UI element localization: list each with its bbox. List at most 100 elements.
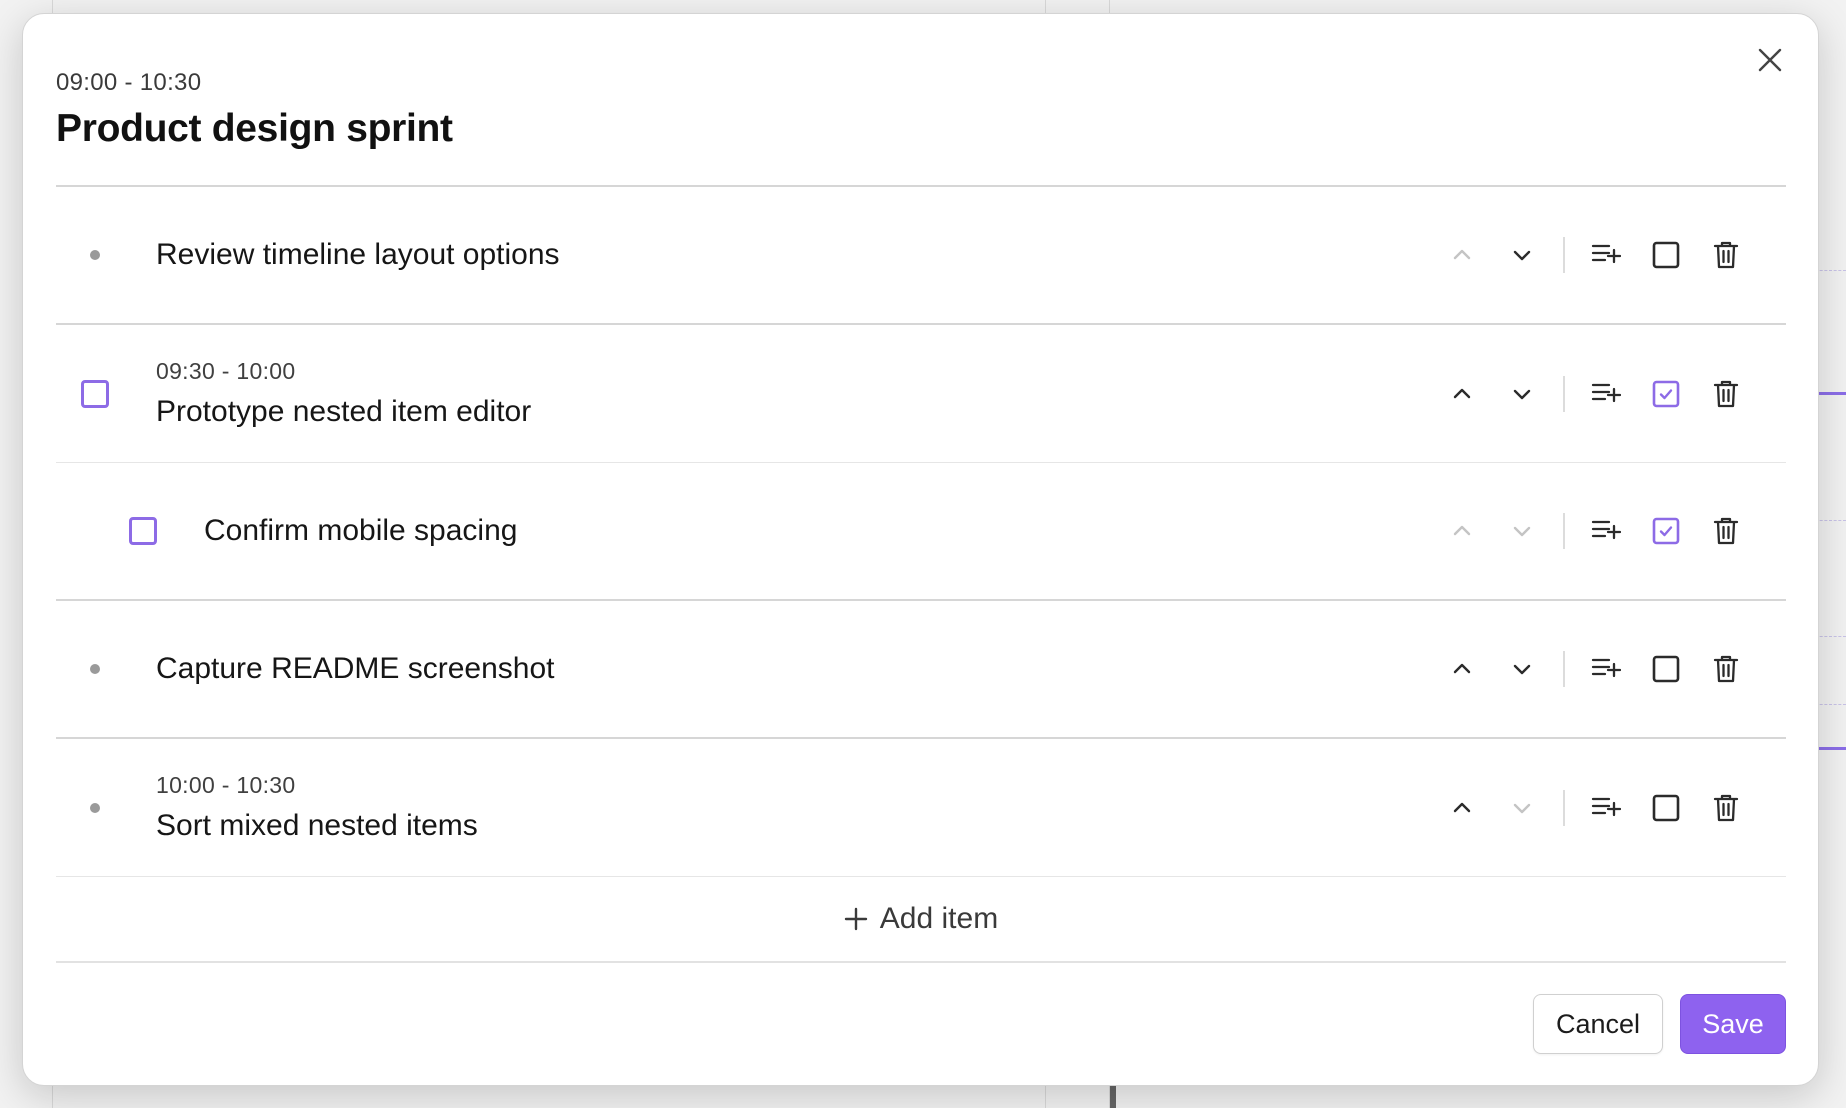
grid-line: [1815, 704, 1846, 705]
trash-icon: [1713, 517, 1739, 545]
item-content: 10:00 - 10:30 Sort mixed nested items: [156, 772, 478, 843]
item-content: Capture README screenshot: [156, 652, 555, 686]
add-subitem-button[interactable]: [1576, 369, 1636, 419]
save-button[interactable]: Save: [1680, 994, 1786, 1054]
chevron-up-icon: [1453, 249, 1471, 260]
item-marker: [80, 240, 110, 270]
event-edge: [1815, 392, 1846, 395]
add-item-label: Add item: [879, 902, 999, 935]
checkbox-empty-icon: [1652, 655, 1680, 683]
toggle-checkbox-button[interactable]: [1636, 783, 1696, 833]
event-editor-modal: 09:00 - 10:30 Product design sprint Revi…: [22, 13, 1819, 1086]
chevron-down-icon: [1513, 526, 1531, 537]
trash-icon: [1713, 241, 1739, 269]
delete-button[interactable]: [1696, 644, 1756, 694]
close-icon: [1758, 48, 1782, 72]
plus-icon: [844, 907, 868, 931]
add-subitem-button[interactable]: [1576, 783, 1636, 833]
delete-button[interactable]: [1696, 783, 1756, 833]
move-up-button[interactable]: [1432, 369, 1492, 419]
bullet-icon: [90, 250, 100, 260]
bullet-icon: [90, 802, 100, 813]
action-divider: [1563, 513, 1565, 549]
item-time: 10:00 - 10:30: [156, 772, 296, 798]
add-item-button[interactable]: Add item: [56, 877, 1786, 963]
move-down-button[interactable]: [1492, 230, 1552, 280]
grid-line: [1815, 636, 1846, 637]
chevron-down-icon: [1513, 803, 1531, 813]
item-content: Confirm mobile spacing: [204, 514, 517, 548]
action-divider: [1563, 651, 1565, 687]
modal-footer: Cancel Save: [1533, 994, 1786, 1054]
add-subitem-button[interactable]: [1576, 506, 1636, 556]
list-item: 10:00 - 10:30 Sort mixed nested items: [56, 739, 1786, 877]
item-marker: [80, 654, 110, 684]
scroll-indicator: [1110, 1086, 1116, 1108]
add-subitem-button[interactable]: [1576, 230, 1636, 280]
move-down-button[interactable]: [1492, 369, 1552, 419]
item-label[interactable]: Confirm mobile spacing: [204, 514, 517, 548]
checkbox-empty-icon: [1652, 241, 1680, 269]
delete-button[interactable]: [1696, 230, 1756, 280]
cancel-button[interactable]: Cancel: [1533, 994, 1663, 1054]
item-checkbox[interactable]: [81, 379, 109, 408]
close-button[interactable]: [1750, 40, 1790, 80]
list-add-icon: [1591, 383, 1621, 402]
item-label[interactable]: Capture README screenshot: [156, 652, 555, 686]
move-up-button[interactable]: [1432, 230, 1492, 280]
chevron-up-icon: [1453, 663, 1471, 674]
list-item: Confirm mobile spacing: [56, 463, 1786, 601]
grid-line: [1815, 520, 1846, 521]
item-marker: [128, 516, 158, 546]
checkbox-empty-icon: [1652, 794, 1680, 821]
chevron-down-icon: [1513, 250, 1531, 261]
move-down-button[interactable]: [1492, 783, 1552, 833]
item-label[interactable]: Prototype nested item editor: [156, 395, 531, 429]
item-checkbox[interactable]: [129, 517, 157, 545]
trash-icon: [1713, 380, 1739, 407]
item-list: Review timeline layout options 09:30 - 1…: [56, 185, 1786, 963]
list-add-icon: [1591, 658, 1621, 678]
list-item: Capture README screenshot: [56, 601, 1786, 739]
add-subitem-button[interactable]: [1576, 644, 1636, 694]
item-actions: [1432, 739, 1756, 876]
list-add-icon: [1591, 244, 1621, 264]
item-label[interactable]: Sort mixed nested items: [156, 809, 478, 843]
modal-header: 09:00 - 10:30 Product design sprint: [56, 69, 453, 151]
item-actions: [1432, 601, 1756, 737]
list-item: Review timeline layout options: [56, 187, 1786, 325]
event-title: Product design sprint: [56, 107, 453, 150]
item-content: 09:30 - 10:00 Prototype nested item edit…: [156, 358, 531, 429]
move-down-button[interactable]: [1492, 506, 1552, 556]
action-divider: [1563, 237, 1565, 273]
move-up-button[interactable]: [1432, 506, 1492, 556]
trash-icon: [1713, 655, 1739, 683]
item-marker: [80, 379, 110, 409]
item-label[interactable]: Review timeline layout options: [156, 238, 560, 272]
chevron-up-icon: [1453, 388, 1471, 398]
item-content: Review timeline layout options: [156, 238, 560, 272]
bullet-icon: [90, 664, 100, 674]
move-up-button[interactable]: [1432, 644, 1492, 694]
chevron-up-icon: [1453, 802, 1471, 812]
chevron-down-icon: [1513, 389, 1531, 399]
toggle-checkbox-button[interactable]: [1636, 369, 1696, 419]
checkbox-checked-icon: [1652, 517, 1680, 545]
delete-button[interactable]: [1696, 506, 1756, 556]
move-up-button[interactable]: [1432, 783, 1492, 833]
toggle-checkbox-button[interactable]: [1636, 506, 1696, 556]
item-marker: [80, 793, 110, 823]
move-down-button[interactable]: [1492, 644, 1552, 694]
toggle-checkbox-button[interactable]: [1636, 230, 1696, 280]
delete-button[interactable]: [1696, 369, 1756, 419]
toggle-checkbox-button[interactable]: [1636, 644, 1696, 694]
chevron-up-icon: [1453, 525, 1471, 536]
event-time: 09:00 - 10:30: [56, 69, 202, 96]
event-edge: [1815, 747, 1846, 750]
trash-icon: [1713, 794, 1739, 821]
grid-line: [1815, 270, 1846, 271]
item-actions: [1432, 187, 1756, 323]
list-add-icon: [1591, 520, 1621, 540]
item-actions: [1432, 325, 1756, 462]
list-item: 09:30 - 10:00 Prototype nested item edit…: [56, 325, 1786, 463]
